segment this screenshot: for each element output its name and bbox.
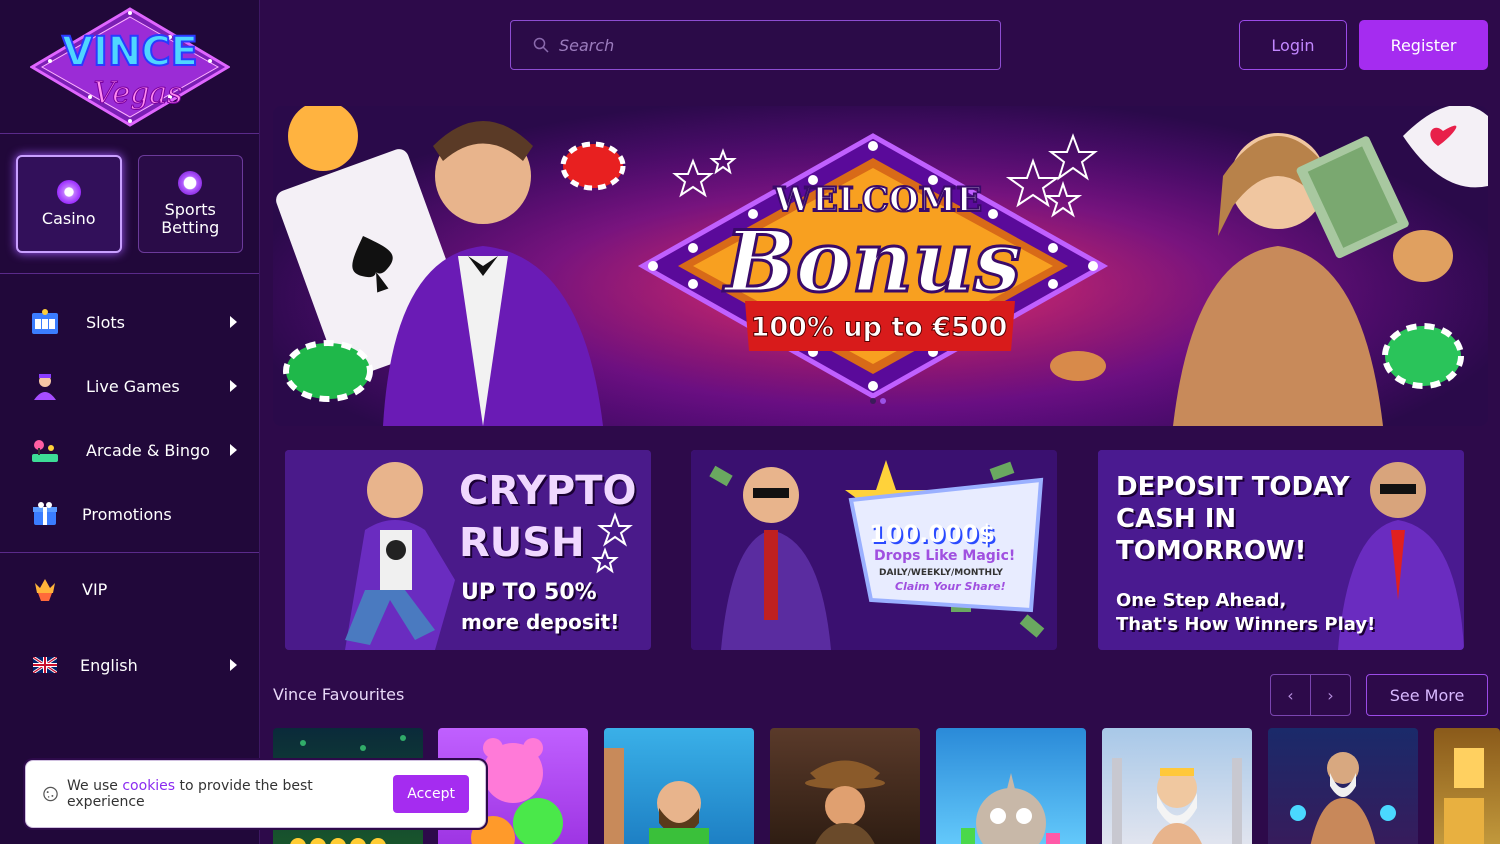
- promo-drops-magic[interactable]: 100.000$ Drops Like Magic! DAILY/WEEKLY/…: [691, 450, 1057, 650]
- welcome-bonus-artwork: WELCOME Bonus 100% up to €500: [273, 106, 1488, 426]
- svg-text:Vegas: Vegas: [93, 76, 182, 111]
- promo-crypto-rush[interactable]: CRYPTO RUSH UP TO 50% more deposit!: [285, 450, 651, 650]
- promo-line: UP TO 50%: [461, 580, 597, 605]
- search-input[interactable]: [559, 35, 959, 55]
- cookie-banner: We use cookies to provide the best exper…: [25, 760, 486, 828]
- promo-line: Claim Your Share!: [895, 580, 1006, 593]
- promo-line: TOMORROW!: [1116, 536, 1307, 566]
- sidebar: VINCE Vegas Casino Sports Betting Slots …: [0, 0, 260, 844]
- sidebar-item-arcade-bingo[interactable]: Arcade & Bingo: [0, 418, 259, 482]
- vince-vegas-logo: VINCE Vegas: [29, 6, 230, 127]
- sidebar-item-label: Live Games: [86, 376, 180, 396]
- sports-betting-mode-button[interactable]: Sports Betting: [137, 155, 243, 253]
- sidebar-item-label: Slots: [86, 312, 125, 332]
- game-tile[interactable]: [1268, 728, 1418, 844]
- game-tile[interactable]: [770, 728, 920, 844]
- svg-text:VINCE: VINCE: [62, 29, 198, 75]
- promo-line: CASH IN: [1116, 504, 1237, 534]
- arcade-icon: [30, 435, 60, 465]
- carousel-dot[interactable]: [870, 398, 876, 404]
- sidebar-item-live-games[interactable]: Live Games: [0, 354, 259, 418]
- carousel-controls: ‹ ›: [1270, 674, 1351, 716]
- section-title: Vince Favourites: [273, 685, 405, 704]
- game-tile[interactable]: [1102, 728, 1252, 844]
- dealer-icon: [30, 371, 60, 401]
- register-button[interactable]: Register: [1359, 20, 1488, 70]
- sidebar-item-label: VIP: [82, 579, 108, 599]
- chevron-right-icon: [230, 444, 237, 456]
- promo-line: DAILY/WEEKLY/MONTHLY: [879, 568, 1003, 578]
- language-selector[interactable]: English: [0, 625, 259, 705]
- sports-betting-mode-label: Sports Betting: [161, 200, 220, 237]
- game-thumbnail: [805, 760, 885, 844]
- game-thumbnail: [961, 773, 1060, 844]
- sidebar-nav: Slots Live Games Arcade & Bingo Promotio…: [0, 274, 259, 705]
- sidebar-item-label: Promotions: [82, 504, 172, 524]
- casino-mode-label: Casino: [41, 209, 96, 228]
- uk-flag-icon: [30, 650, 60, 680]
- sidebar-item-vip[interactable]: VIP: [0, 553, 259, 625]
- hero-bonus-text: Bonus: [723, 212, 1021, 311]
- cookies-link[interactable]: cookies: [122, 778, 175, 794]
- login-button[interactable]: Login: [1239, 20, 1347, 70]
- chevron-left-icon[interactable]: ‹: [1271, 675, 1311, 715]
- promo-line: DEPOSIT TODAY: [1116, 472, 1350, 502]
- slot-machine-icon: [30, 307, 60, 337]
- hero-ribbon-text: 100% up to €500: [751, 312, 1008, 343]
- game-tile[interactable]: [936, 728, 1086, 844]
- crown-icon: [30, 574, 60, 604]
- promo-line: Drops Like Magic!: [874, 548, 1016, 564]
- game-thumbnail: [604, 748, 709, 844]
- search-bar[interactable]: [510, 20, 1001, 70]
- carousel-dot-active[interactable]: [880, 398, 886, 404]
- game-tile[interactable]: [1434, 728, 1500, 844]
- accept-cookies-button[interactable]: Accept: [393, 775, 469, 813]
- chevron-right-icon: [230, 316, 237, 328]
- gift-icon: [30, 499, 60, 529]
- promo-line: CRYPTO: [459, 468, 637, 514]
- game-thumbnail: [1290, 752, 1396, 844]
- hero-banner[interactable]: WELCOME Bonus 100% up to €500: [273, 106, 1488, 426]
- sidebar-item-slots[interactable]: Slots: [0, 290, 259, 354]
- carousel-dots: [870, 398, 886, 404]
- game-thumbnail: [1444, 748, 1484, 844]
- game-thumbnail: [1112, 758, 1242, 844]
- chevron-right-icon: [230, 380, 237, 392]
- casino-chip-icon: [56, 180, 81, 204]
- cookie-text: We use cookies to provide the best exper…: [67, 778, 313, 810]
- language-label: English: [80, 655, 138, 675]
- casino-mode-button[interactable]: Casino: [16, 155, 122, 253]
- see-more-button[interactable]: See More: [1366, 674, 1488, 716]
- promo-line: One Step Ahead,: [1116, 590, 1287, 611]
- mode-switcher: Casino Sports Betting: [0, 134, 259, 274]
- sidebar-item-label: Arcade & Bingo: [86, 440, 210, 460]
- promo-line: 100.000$: [869, 520, 996, 548]
- promo-line: RUSH: [459, 520, 585, 566]
- soccer-ball-icon: [178, 171, 203, 195]
- promo-deposit-today[interactable]: DEPOSIT TODAY CASH IN TOMORROW! One Step…: [1098, 450, 1464, 650]
- sidebar-item-promotions[interactable]: Promotions: [0, 482, 259, 546]
- promo-line: That's How Winners Play!: [1116, 614, 1376, 635]
- cookie-icon: [43, 786, 58, 802]
- game-tile[interactable]: [604, 728, 754, 844]
- chevron-right-icon[interactable]: ›: [1311, 675, 1350, 715]
- logo[interactable]: VINCE Vegas: [0, 0, 259, 134]
- search-icon: [533, 37, 549, 53]
- promo-line: more deposit!: [461, 610, 620, 634]
- chevron-right-icon: [230, 659, 237, 671]
